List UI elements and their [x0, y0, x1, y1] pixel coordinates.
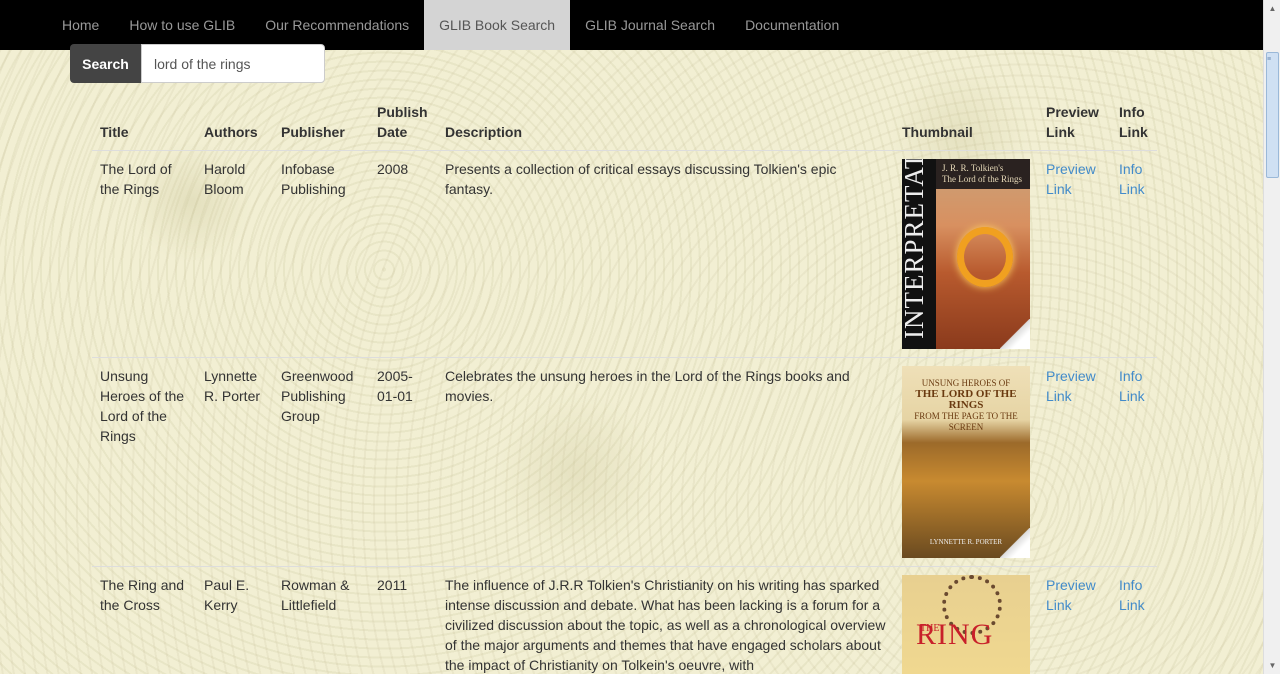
cell-publish-date: 2008: [369, 150, 437, 358]
cell-authors: Paul E. Kerry: [196, 566, 273, 674]
cell-publisher: Rowman & Littlefield: [273, 566, 369, 674]
search-bar: Search: [70, 44, 325, 83]
cover-author-line: J. R. R. Tolkien's: [942, 163, 1004, 173]
header-thumbnail: Thumbnail: [894, 98, 1038, 151]
cover-title-line: The Lord of the Rings: [942, 174, 1022, 184]
header-description: Description: [437, 98, 894, 151]
cover-spine-text: INTERPRETATIONS: [902, 159, 929, 339]
header-preview-link: Preview Link: [1038, 98, 1111, 151]
cell-publisher: Greenwood Publishing Group: [273, 357, 369, 567]
nav-documentation[interactable]: Documentation: [730, 0, 854, 50]
header-title: Title: [92, 98, 196, 151]
cover-line-2: THE LORD OF THE RINGS: [915, 388, 1017, 411]
preview-link[interactable]: Preview Link: [1046, 577, 1096, 613]
cell-publish-date: 2011: [369, 566, 437, 674]
cover-title-text: UNSUNG HEROES OF THE LORD OF THE RINGS F…: [902, 378, 1030, 433]
header-publisher: Publisher: [273, 98, 369, 151]
cell-publish-date: 2005-01-01: [369, 357, 437, 567]
cell-thumbnail: THE RING: [894, 566, 1038, 674]
preview-link[interactable]: Preview Link: [1046, 161, 1096, 197]
header-info-link: Info Link: [1111, 98, 1157, 151]
nav-how-to-use[interactable]: How to use GLIB: [114, 0, 250, 50]
header-publish-date: Publish Date: [369, 98, 437, 151]
search-button[interactable]: Search: [70, 44, 141, 83]
cell-description: Presents a collection of critical essays…: [437, 150, 894, 358]
cell-authors: Harold Bloom: [196, 150, 273, 358]
nav-journal-search[interactable]: GLIB Journal Search: [570, 0, 730, 50]
page-curl-icon: [1000, 319, 1030, 349]
book-cover-thumbnail[interactable]: INTERPRETATIONS J. R. R. Tolkien's The L…: [902, 159, 1030, 349]
scroll-up-arrow-icon[interactable]: ▲: [1264, 0, 1280, 17]
cell-preview-link: Preview Link: [1038, 357, 1111, 567]
cell-description: The influence of J.R.R Tolkien's Christi…: [437, 566, 894, 674]
vertical-scrollbar[interactable]: ▲ ≡ ▼: [1263, 0, 1280, 674]
scroll-grip-icon: ≡: [1267, 56, 1272, 63]
scroll-down-arrow-icon[interactable]: ▼: [1264, 657, 1280, 674]
cover-title-band: J. R. R. Tolkien's The Lord of the Rings: [936, 159, 1030, 189]
info-link[interactable]: Info Link: [1119, 368, 1145, 404]
scrollbar-thumb[interactable]: [1266, 52, 1279, 178]
cell-description: Celebrates the unsung heroes in the Lord…: [437, 357, 894, 567]
top-navbar: Home How to use GLIB Our Recommendations…: [0, 0, 1263, 50]
nav-book-search[interactable]: GLIB Book Search: [424, 0, 571, 50]
table-row: The Lord of the Rings Harold Bloom Infob…: [92, 150, 1157, 358]
cover-line-3: FROM THE PAGE TO THE SCREEN: [914, 411, 1018, 432]
info-link[interactable]: Info Link: [1119, 577, 1145, 613]
book-cover-thumbnail[interactable]: UNSUNG HEROES OF THE LORD OF THE RINGS F…: [902, 366, 1030, 558]
cell-authors: Lynnette R. Porter: [196, 357, 273, 567]
cell-title: Unsung Heroes of the Lord of the Rings: [92, 357, 196, 567]
cell-info-link: Info Link: [1111, 566, 1157, 674]
cell-preview-link: Preview Link: [1038, 150, 1111, 358]
ring-image: [957, 227, 1013, 287]
preview-link[interactable]: Preview Link: [1046, 368, 1096, 404]
table-row: The Ring and the Cross Paul E. Kerry Row…: [92, 566, 1157, 674]
page-curl-icon: [1000, 528, 1030, 558]
search-input[interactable]: [141, 44, 325, 83]
nav-recommendations[interactable]: Our Recommendations: [250, 0, 424, 50]
nav-home[interactable]: Home: [47, 0, 114, 50]
table-row: Unsung Heroes of the Lord of the Rings L…: [92, 357, 1157, 567]
book-cover-thumbnail[interactable]: THE RING: [902, 575, 1030, 674]
cell-thumbnail: INTERPRETATIONS J. R. R. Tolkien's The L…: [894, 150, 1038, 358]
cell-thumbnail: UNSUNG HEROES OF THE LORD OF THE RINGS F…: [894, 357, 1038, 567]
cell-title: The Ring and the Cross: [92, 566, 196, 674]
results-table: Title Authors Publisher Publish Date Des…: [92, 98, 1157, 674]
cell-title: The Lord of the Rings: [92, 150, 196, 358]
cell-info-link: Info Link: [1111, 357, 1157, 567]
table-header-row: Title Authors Publisher Publish Date Des…: [92, 98, 1157, 151]
cover-ring-text: RING: [916, 618, 994, 651]
cell-preview-link: Preview Link: [1038, 566, 1111, 674]
header-authors: Authors: [196, 98, 273, 151]
cell-publisher: Infobase Publishing: [273, 150, 369, 358]
info-link[interactable]: Info Link: [1119, 161, 1145, 197]
cell-info-link: Info Link: [1111, 150, 1157, 358]
